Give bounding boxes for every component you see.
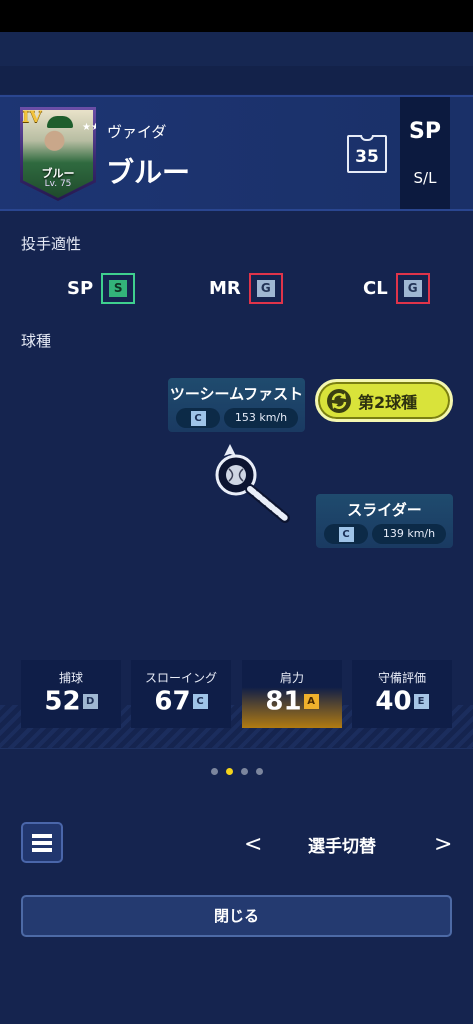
stat-grade: A <box>303 694 319 709</box>
pitch-trajectory-icon <box>215 444 290 523</box>
pitch-speed: 153 km/h <box>224 408 298 428</box>
star-rating: ★★★★★ <box>82 122 127 133</box>
stat-label: 捕球 <box>58 671 83 685</box>
page-dot-active[interactable] <box>225 768 233 775</box>
status-bar <box>0 0 473 32</box>
stat-catching: 捕球 52 D <box>21 660 121 728</box>
aptitude-sp: SP S <box>67 272 136 304</box>
next-player-button[interactable]: > <box>434 832 452 857</box>
pitches-heading: 球種 <box>21 332 52 350</box>
stat-label: 肩力 <box>279 671 304 685</box>
cycle-icon <box>327 388 351 413</box>
divider <box>0 748 473 749</box>
stat-defense: 守備評価 40 E <box>352 660 452 728</box>
player-last-name: ブルー <box>106 156 191 189</box>
aptitude-grade-badge: G <box>395 272 430 304</box>
aptitude-role: SP <box>67 277 94 299</box>
aptitude-grade-badge: G <box>248 272 283 304</box>
pitch-grade: C <box>324 524 368 544</box>
page-indicator <box>0 760 473 779</box>
stat-label: スローイング <box>144 671 217 685</box>
pitch-name: スライダー <box>347 501 422 519</box>
player-portrait[interactable]: IV ★★★★★ ブルー Lv. 75 <box>20 107 96 201</box>
stat-grade: C <box>192 694 208 709</box>
header-band <box>0 32 473 66</box>
player-level: Lv. 75 <box>44 179 72 189</box>
stat-grade: D <box>82 694 98 709</box>
pitch-speed: 139 km/h <box>372 524 446 544</box>
page-dot[interactable] <box>255 768 263 775</box>
page-dot[interactable] <box>210 768 218 775</box>
second-pitch-button[interactable]: 第2球種 <box>315 379 453 422</box>
player-position: SP <box>409 119 441 144</box>
page-dot[interactable] <box>240 768 248 775</box>
pitch-grade: C <box>176 408 220 428</box>
aptitude-mr: MR G <box>209 272 283 304</box>
aptitude-role: CL <box>363 277 388 299</box>
header-band-secondary <box>0 66 473 94</box>
menu-button[interactable] <box>21 822 63 863</box>
uniform-number-icon: 35 <box>347 135 387 173</box>
rank-badge: IV <box>22 107 42 126</box>
pitch-card-twoseam: ツーシームファスト C 153 km/h <box>168 378 305 432</box>
stat-arm-strength: 肩力 81 A <box>242 660 342 728</box>
pitch-card-slider: スライダー C 139 km/h <box>316 494 453 548</box>
uniform-number: 35 <box>355 147 379 167</box>
aptitude-heading: 投手適性 <box>21 235 82 253</box>
stat-label: 守備評価 <box>377 671 426 685</box>
prev-player-button[interactable]: < <box>244 832 262 857</box>
close-button[interactable]: 閉じる <box>21 895 452 937</box>
stat-throwing: スローイング 67 C <box>131 660 231 728</box>
position-panel: SP S/L <box>400 97 450 209</box>
stat-value: 40 <box>375 686 412 717</box>
pitch-name: ツーシームファスト <box>169 385 304 403</box>
cap-icon <box>47 116 73 128</box>
menu-icon <box>32 833 52 838</box>
aptitude-role: MR <box>209 277 241 299</box>
bats-throws: S/L <box>413 169 437 187</box>
switch-player-label: 選手切替 <box>308 837 376 857</box>
aptitude-grade-badge: S <box>101 272 136 304</box>
second-pitch-label: 第2球種 <box>358 392 418 412</box>
stat-grade: E <box>413 694 429 709</box>
aptitude-cl: CL G <box>363 272 430 304</box>
stat-value: 52 <box>44 686 81 717</box>
stat-value: 81 <box>265 686 302 717</box>
player-first-name: ヴァイダ <box>107 123 167 141</box>
stat-value: 67 <box>154 686 191 717</box>
player-card: IV ★★★★★ ブルー Lv. 75 ヴァイダ ブルー 35 SP S/L <box>0 95 473 211</box>
